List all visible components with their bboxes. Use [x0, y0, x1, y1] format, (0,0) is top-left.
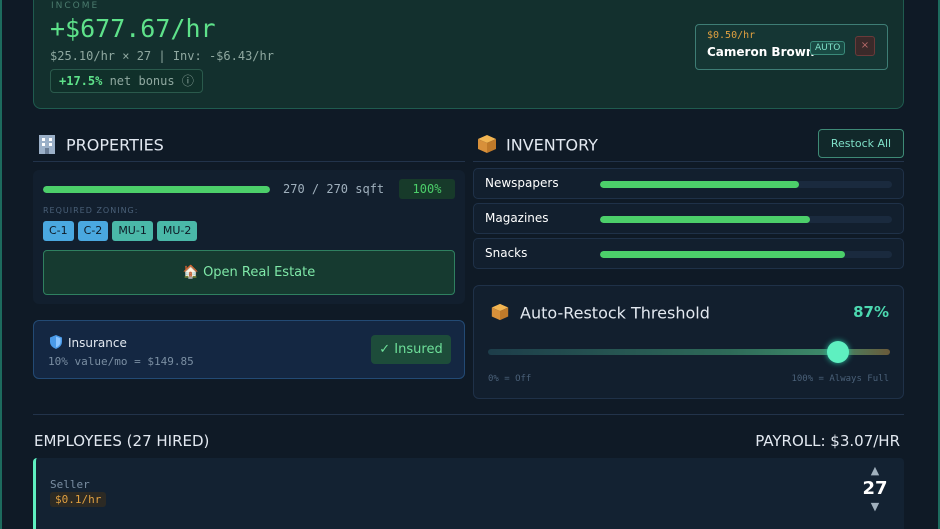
net-bonus-pill[interactable]: +17.5% net bonus ⓘ: [50, 69, 203, 93]
bonus-text: net bonus ⓘ: [102, 74, 194, 88]
inventory-divider: [473, 161, 904, 162]
inventory-level-fill: [600, 251, 846, 258]
sqft-text: 270 / 270 sqft: [283, 182, 385, 196]
payroll-total: PAYROLL: $3.07/HR: [755, 432, 900, 450]
insured-button[interactable]: ✓ Insured: [371, 335, 451, 364]
inventory-title: INVENTORY: [506, 135, 598, 155]
box-icon: [476, 133, 498, 159]
insurance-title: Insurance: [68, 336, 127, 350]
box-icon: [490, 302, 510, 326]
employees-title: EMPLOYEES (27 HIRED): [34, 432, 210, 450]
zone-tag: MU-2: [156, 221, 198, 241]
app-window: INCOME +$677.67/hr $25.10/hr × 27 | Inv:…: [0, 0, 940, 529]
zone-tag: MU-1: [112, 221, 153, 241]
sqft-bar: [43, 186, 270, 193]
auto-badge: AUTO: [810, 41, 846, 55]
inventory-header: INVENTORY: [476, 133, 598, 159]
threshold-min-label: 0% = Off: [488, 374, 532, 384]
inventory-level-bar: [600, 251, 892, 258]
manager-rate: $0.50/hr: [707, 30, 756, 41]
sqft-percent-badge: 100%: [399, 179, 455, 199]
threshold-percent: 87%: [853, 303, 889, 321]
employee-count: 27: [862, 478, 888, 499]
inventory-level-bar: [600, 181, 892, 188]
income-breakdown: $25.10/hr × 27 | Inv: -$6.43/hr: [50, 49, 274, 63]
inventory-item: Magazines: [473, 203, 904, 234]
properties-title: PROPERTIES: [66, 135, 164, 155]
zoning-tags: C-1 C-2 MU-1 MU-2: [43, 221, 198, 241]
inventory-item-name: Snacks: [485, 246, 528, 260]
employees-divider: [33, 414, 904, 415]
threshold-max-label: 100% = Always Full: [791, 374, 889, 384]
employee-role: Seller: [50, 478, 90, 491]
employee-count-stepper: ▲ 27 ▼: [862, 464, 888, 514]
property-card: 270 / 270 sqft 100% REQUIRED ZONING: C-1…: [33, 170, 465, 304]
auto-restock-card: Auto-Restock Threshold 87% 0% = Off 100%…: [473, 285, 904, 399]
zoning-label: REQUIRED ZONING:: [43, 206, 139, 215]
employee-row: Seller $0.1/hr ▲ 27 ▼: [33, 458, 904, 529]
restock-all-button[interactable]: Restock All: [818, 129, 904, 158]
insurance-header: Insurance: [50, 335, 127, 352]
threshold-header: Auto-Restock Threshold: [490, 302, 710, 326]
insurance-subtitle: 10% value/mo = $149.85: [48, 355, 194, 368]
zone-tag: C-1: [43, 221, 74, 241]
zone-tag: C-2: [77, 221, 109, 241]
income-card: INCOME +$677.67/hr $25.10/hr × 27 | Inv:…: [33, 0, 904, 109]
income-value: +$677.67/hr: [50, 14, 216, 43]
shield-icon: [50, 335, 62, 352]
inventory-item-name: Newspapers: [485, 176, 559, 190]
bonus-value: +17.5%: [59, 74, 103, 88]
threshold-title: Auto-Restock Threshold: [520, 303, 710, 323]
increment-icon[interactable]: ▲: [862, 464, 888, 478]
manager-card: $0.50/hr Cameron Brown AUTO ×: [695, 24, 888, 70]
inventory-level-fill: [600, 181, 799, 188]
manager-name: Cameron Brown: [707, 45, 815, 59]
threshold-slider-handle[interactable]: [826, 341, 849, 363]
open-real-estate-button[interactable]: 🏠 Open Real Estate: [43, 250, 455, 295]
income-label: INCOME: [51, 1, 100, 11]
insurance-card: Insurance 10% value/mo = $149.85 ✓ Insur…: [33, 320, 465, 379]
inventory-item: Snacks: [473, 238, 904, 269]
properties-header: PROPERTIES: [36, 133, 164, 159]
properties-divider: [33, 161, 465, 162]
employee-rate: $0.1/hr: [50, 492, 107, 507]
decrement-icon[interactable]: ▼: [862, 500, 888, 514]
building-icon: [36, 133, 58, 159]
inventory-item: Newspapers: [473, 168, 904, 199]
sqft-bar-fill: [43, 186, 270, 193]
remove-manager-button[interactable]: ×: [855, 36, 875, 56]
inventory-level-fill: [600, 216, 811, 223]
inventory-item-name: Magazines: [485, 211, 549, 225]
inventory-level-bar: [600, 216, 892, 223]
